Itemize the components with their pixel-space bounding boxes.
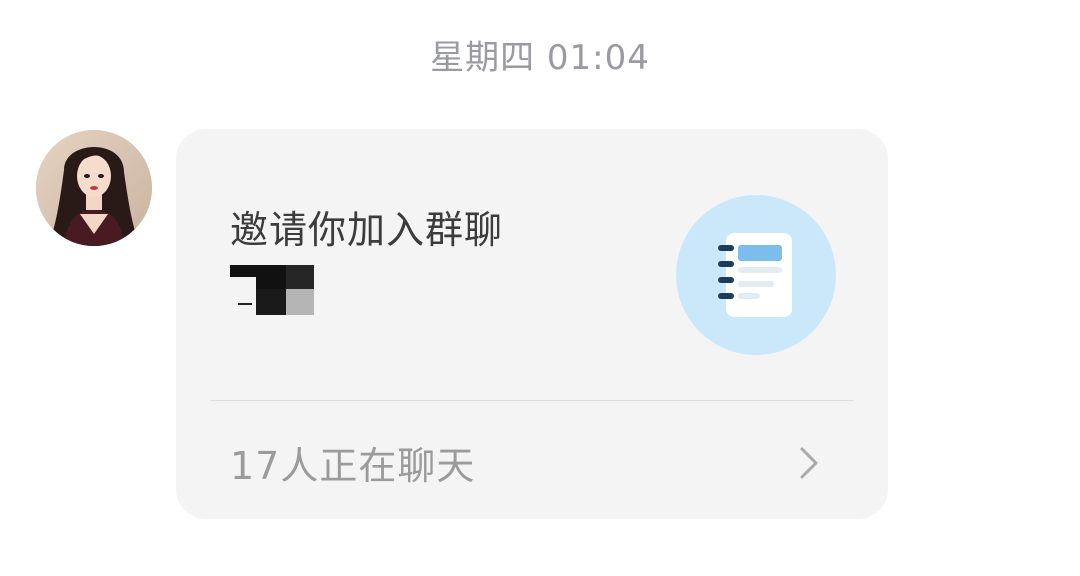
- chevron-right-icon[interactable]: [796, 443, 824, 483]
- message-timestamp: 星期四 01:04: [430, 38, 650, 78]
- member-count-text: 17人正在聊天: [230, 444, 476, 488]
- redacted-name-image: [230, 265, 314, 315]
- group-name-redacted: [230, 265, 320, 317]
- chat-page: 星期四 01:04 邀请你加入群聊 17人正在聊天: [0, 0, 1080, 576]
- notebook-icon: [676, 195, 836, 355]
- avatar-portrait-icon: [36, 130, 152, 246]
- card-divider: [210, 400, 854, 401]
- invite-title: 邀请你加入群聊: [230, 208, 504, 252]
- sender-avatar[interactable]: [36, 130, 152, 246]
- group-invite-card[interactable]: 邀请你加入群聊 17人正在聊天: [176, 129, 888, 519]
